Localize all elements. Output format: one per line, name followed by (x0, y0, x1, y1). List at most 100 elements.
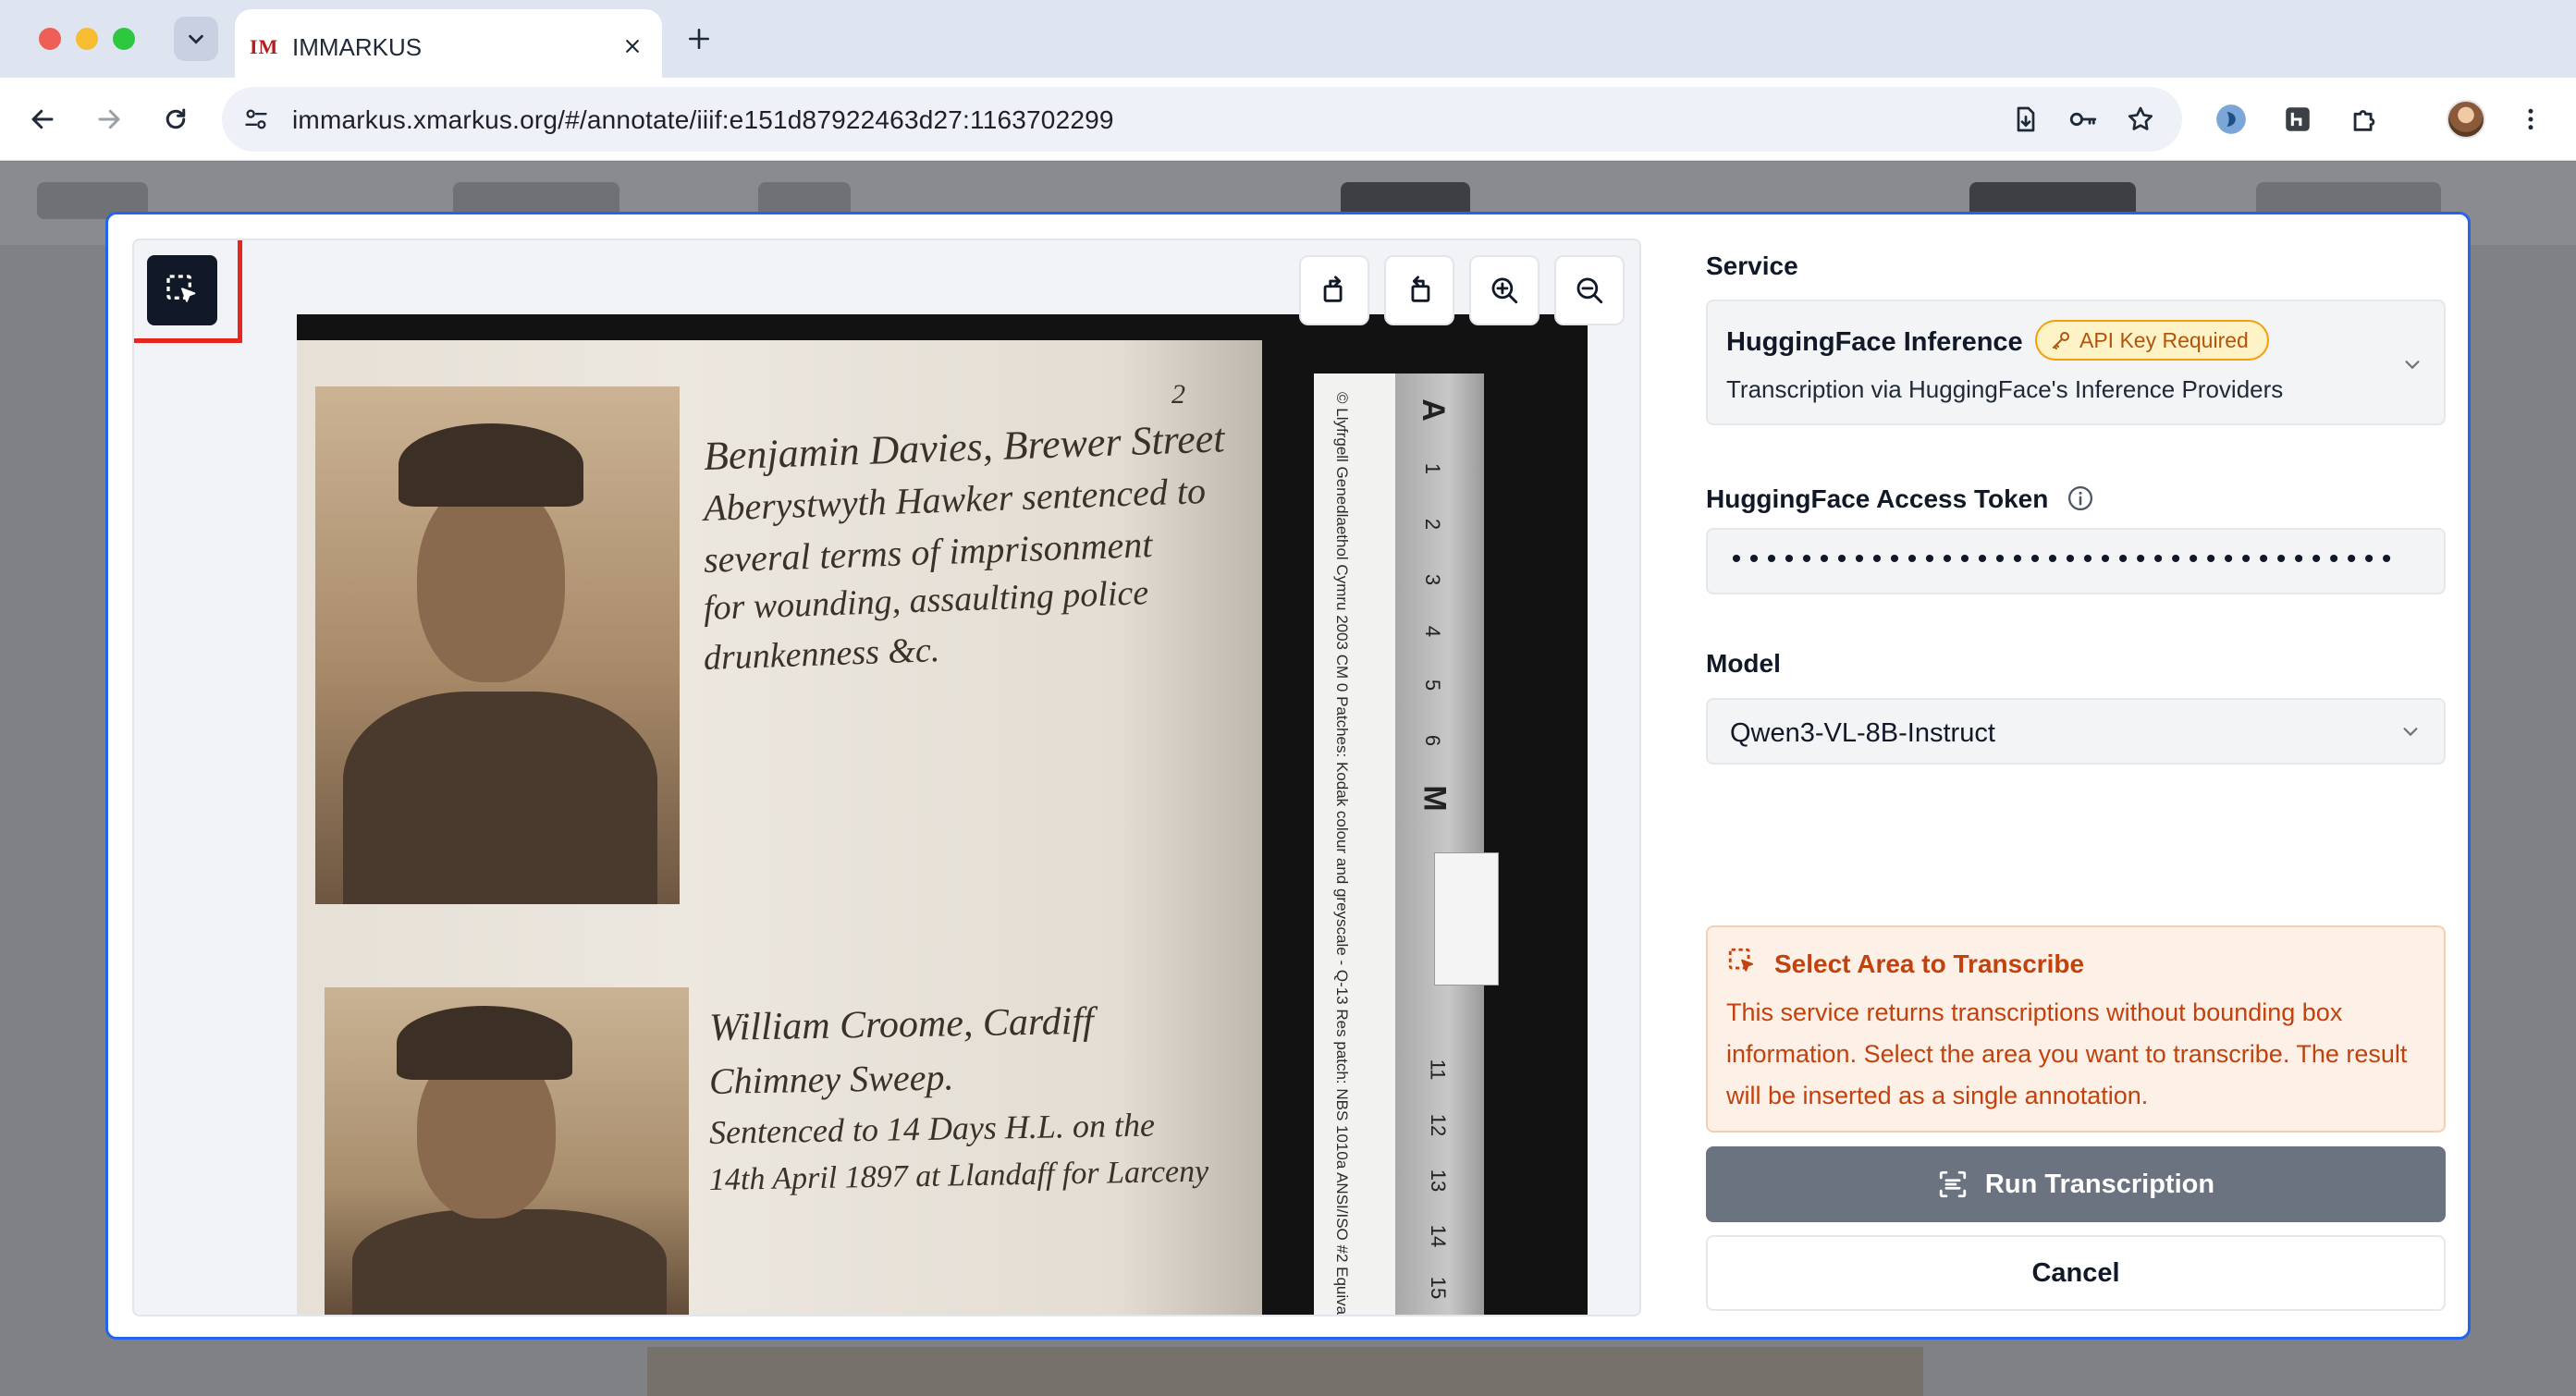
badge-label: API Key Required (2079, 327, 2249, 352)
run-transcription-label: Run Transcription (1984, 1169, 2215, 1199)
maximize-window-button[interactable] (113, 28, 135, 50)
service-select[interactable]: HuggingFace Inference API Key Required T… (1706, 300, 2446, 425)
alert-body: This service returns transcriptions with… (1726, 998, 2408, 1109)
ruler-number: 6 (1421, 734, 1445, 747)
chevron-down-icon (189, 34, 203, 44)
reload-button[interactable] (157, 101, 194, 138)
chevron-down-icon (2401, 353, 2423, 375)
face-shape (417, 479, 565, 682)
url-text[interactable]: immarkus.xmarkus.org/#/annotate/iiif:e15… (292, 105, 1114, 135)
run-transcription-button[interactable]: Run Transcription (1706, 1146, 2446, 1222)
select-area-icon (1726, 946, 1758, 977)
plus-icon (688, 28, 710, 50)
handwriting-line: for wounding, assaulting police (703, 573, 1149, 628)
mugshot-photo-1 (315, 386, 680, 904)
select-area-button[interactable] (147, 255, 217, 325)
ruler-number: 13 (1427, 1169, 1451, 1193)
extension-h-icon[interactable] (2278, 100, 2317, 139)
ruler-number: 15 (1427, 1276, 1451, 1300)
select-area-icon (166, 275, 196, 302)
model-label: Model (1706, 649, 1781, 678)
browser-tab-bar: IM IMMARKUS (0, 0, 2576, 78)
cancel-button[interactable]: Cancel (1706, 1235, 2446, 1311)
color-calibration-strip: © Llyfrgell Genedlaethol Cymru 2003 CM 0… (1314, 373, 1395, 1315)
back-button[interactable] (24, 101, 61, 138)
ruler-number: 14 (1427, 1224, 1451, 1248)
browser-tab-immarkus[interactable]: IM IMMARKUS (235, 9, 662, 78)
transcription-settings: Service HuggingFace Inference API Key Re… (1693, 214, 2460, 1337)
mugshot-photo-2 (325, 987, 689, 1315)
alert-title: Select Area to Transcribe (1774, 949, 2085, 978)
rotate-left-button[interactable] (1299, 255, 1369, 325)
handwriting-line: 14th April 1897 at Llandaff for Larceny (708, 1154, 1209, 1197)
service-name: HuggingFace Inference (1726, 327, 2023, 357)
ruler-number: 1 (1421, 462, 1445, 475)
handwriting-line: drunkenness &c. (703, 631, 940, 678)
handwriting-line: Chimney Sweep. (708, 1056, 954, 1102)
site-settings-icon[interactable] (240, 104, 272, 135)
resolution-patch (1434, 852, 1499, 986)
bookmark-star-icon[interactable] (2123, 102, 2158, 137)
background-thumbnails (647, 1347, 1923, 1396)
coat-shape (352, 1209, 667, 1315)
profile-avatar[interactable] (2447, 100, 2485, 139)
scan-text-icon (1939, 1170, 1967, 1198)
service-description: Transcription via HuggingFace's Inferenc… (1726, 375, 2284, 403)
zoom-out-icon (1576, 277, 1603, 304)
ruler-number: 3 (1421, 573, 1445, 586)
select-area-alert: Select Area to Transcribe This service r… (1706, 925, 2446, 1133)
zoom-in-icon (1491, 277, 1518, 304)
tab-title: IMMARKUS (292, 33, 423, 61)
token-label: HuggingFace Access Token (1706, 484, 2049, 513)
ruler-number: 12 (1427, 1113, 1451, 1137)
browser-toolbar: immarkus.xmarkus.org/#/annotate/iiif:e15… (0, 78, 2576, 161)
api-key-required-badge: API Key Required (2035, 320, 2269, 361)
model-value: Qwen3-VL-8B-Instruct (1730, 718, 1995, 748)
service-label: Service (1706, 251, 1798, 280)
extensions-puzzle-icon[interactable] (2345, 100, 2384, 139)
info-icon[interactable] (2067, 484, 2094, 512)
cancel-label: Cancel (2031, 1257, 2120, 1288)
ruler-number: 2 (1421, 518, 1445, 531)
handwriting-line: Aberystwyth Hawker sentenced to (703, 470, 1207, 529)
cap-shape (399, 423, 583, 507)
handwriting-line: Sentenced to 14 Days H.L. on the (708, 1106, 1156, 1151)
rotate-right-button[interactable] (1384, 255, 1454, 325)
more-menu-icon[interactable] (2511, 100, 2550, 139)
zoom-in-button[interactable] (1469, 255, 1539, 325)
page-number: 2 (1171, 379, 1185, 410)
key-icon (2053, 332, 2069, 349)
handwriting-line: several terms of imprisonment (703, 523, 1154, 581)
manuscript-page: 2 Benjamin Davies, Brewer Street Aberyst… (297, 340, 1262, 1315)
handwriting-line: William Croome, Cardiff (708, 999, 1095, 1049)
tab-close-icon[interactable] (621, 35, 644, 57)
rotate-right-icon (1411, 276, 1430, 302)
access-token-input[interactable] (1706, 528, 2446, 594)
close-window-button[interactable] (39, 28, 61, 50)
tab-search-button[interactable] (174, 17, 218, 61)
manuscript-image[interactable]: 2 Benjamin Davies, Brewer Street Aberyst… (297, 314, 1588, 1315)
measurement-ruler: A 1 2 3 4 5 6 M 11 12 13 14 15 B (1395, 373, 1484, 1315)
ruler-letter: A (1415, 398, 1451, 422)
image-viewer[interactable]: 2 Benjamin Davies, Brewer Street Aberyst… (132, 239, 1641, 1316)
highlight-box (134, 240, 242, 343)
rotate-left-icon (1323, 276, 1343, 302)
minimize-window-button[interactable] (76, 28, 98, 50)
forward-button[interactable] (91, 101, 128, 138)
ruler-number: 4 (1421, 625, 1445, 638)
arrow-left-icon (31, 109, 54, 129)
ruler-number: 11 (1426, 1059, 1450, 1081)
arrow-right-icon (98, 109, 120, 129)
immarkus-favicon: IM (250, 35, 279, 58)
key-icon[interactable] (2066, 102, 2101, 137)
new-tab-button[interactable] (681, 20, 718, 57)
transcription-modal: 2 Benjamin Davies, Brewer Street Aberyst… (105, 212, 2471, 1340)
model-select[interactable]: Qwen3-VL-8B-Instruct (1706, 698, 2446, 765)
address-bar[interactable]: immarkus.xmarkus.org/#/annotate/iiif:e15… (222, 87, 2182, 152)
extension-shield-icon[interactable] (2212, 100, 2251, 139)
chevron-down-icon (2399, 720, 2422, 742)
zoom-out-button[interactable] (1554, 255, 1625, 325)
cap-shape (397, 1006, 572, 1080)
install-app-icon[interactable] (2008, 102, 2043, 137)
ruler-number: 5 (1421, 679, 1445, 692)
